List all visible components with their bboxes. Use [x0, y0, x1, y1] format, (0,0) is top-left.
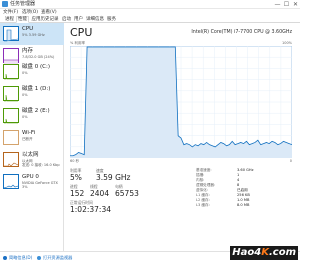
spec-label: 插槽: — [196, 173, 205, 177]
graph-time-span: 60 秒 — [70, 159, 80, 163]
tab-startup[interactable]: 启动 — [61, 16, 72, 23]
sidebar-item-cpu[interactable]: CPU 5% 3.59 GHz — [0, 23, 64, 45]
sidebar-item-disk-1[interactable]: 磁盘 1 (D:) 0% — [0, 83, 64, 105]
spec-value: 3.60 GHz — [237, 168, 254, 172]
task-manager-icon — [2, 1, 8, 7]
spec-label: 虚拟化: — [196, 188, 208, 192]
menu-options[interactable]: 选项(O) — [22, 9, 38, 16]
cpu-utilization-graph — [70, 46, 292, 158]
tab-bar: 进程 性能 应用历史记录 启动 用户 详细信息 服务 — [0, 16, 300, 23]
open-resource-monitor-link[interactable]: 打开资源监视器 — [43, 255, 72, 261]
window-title: 任务管理器 — [10, 1, 36, 7]
spec-label: 基准速度: — [196, 168, 212, 172]
tab-details[interactable]: 详细信息 — [85, 16, 105, 23]
sidebar-item-gpu[interactable]: GPU 0 NVIDIA GeForce GTX 3% — [0, 171, 64, 193]
spec-label: 逻辑处理器: — [196, 183, 216, 187]
ethernet-thumbnail-graph — [3, 152, 19, 167]
speed-value: 3.59 GHz — [96, 173, 131, 182]
cpu-thumbnail-graph — [3, 26, 19, 42]
sidebar-item-label: Wi-Fi — [22, 130, 36, 136]
watermark-logo: Hao4K.com — [230, 246, 298, 260]
sidebar-item-disk-2[interactable]: 磁盘 2 (E:) 0% — [0, 105, 64, 127]
watermark-tail: .com — [268, 247, 296, 258]
menu-file[interactable]: 文件(F) — [3, 9, 18, 16]
handles-value: 65753 — [115, 189, 139, 198]
spec-label: L3 缓存: — [196, 203, 210, 207]
tab-users[interactable]: 用户 — [73, 16, 84, 23]
sidebar-item-ethernet[interactable]: 以太网 以太网 发送: 0 接收: 16.0 Kbp — [0, 149, 64, 171]
sidebar-item-detail: 发送: 0 接收: 16.0 Kbp — [22, 163, 60, 167]
page-title: CPU — [70, 26, 93, 39]
sidebar-item-label: 磁盘 0 (C:) — [22, 64, 50, 70]
sidebar-item-label: 磁盘 2 (E:) — [22, 108, 50, 114]
gpu-thumbnail-graph — [3, 174, 19, 189]
sidebar-item-detail: 0% — [22, 93, 28, 97]
cpu-model-name: Intel(R) Core(TM) i7-7700 CPU @ 3.60GHz — [191, 30, 292, 35]
sidebar-item-label: 内存 — [22, 48, 34, 54]
utilization-value: 5% — [70, 173, 82, 182]
sidebar-item-label: 磁盘 1 (D:) — [22, 86, 51, 92]
wifi-thumbnail-graph — [3, 130, 19, 145]
spec-value: 256 KB — [237, 193, 250, 197]
resource-sidebar: CPU 5% 3.59 GHz 内存 7.8/32.0 GB (24%) 磁盘 … — [0, 23, 64, 251]
spec-value: 已启用 — [237, 188, 248, 192]
maximize-button[interactable]: ☐ — [282, 0, 291, 9]
chevron-up-icon — [3, 256, 7, 260]
sidebar-item-detail: 已断开 — [22, 137, 33, 141]
resource-monitor-icon — [37, 256, 41, 260]
menu-bar: 文件(F) 选项(O) 查看(V) — [0, 9, 300, 16]
sidebar-item-detail: 5% 3.59 GHz — [22, 33, 45, 37]
sidebar-item-label: GPU 0 — [22, 174, 39, 180]
sidebar-item-wifi[interactable]: Wi-Fi 已断开 — [0, 127, 64, 149]
sidebar-item-disk-0[interactable]: 磁盘 0 (C:) 0% — [0, 61, 64, 83]
sidebar-item-detail: 3% — [22, 185, 28, 189]
spec-value: 8.0 MB — [237, 203, 250, 207]
processes-value: 152 — [70, 189, 85, 198]
sidebar-item-label: 以太网 — [22, 152, 39, 158]
minimize-button[interactable]: — — [273, 0, 282, 9]
tab-processes[interactable]: 进程 — [3, 16, 16, 23]
watermark-k: K — [261, 247, 269, 258]
title-bar: 任务管理器 — ☐ ✕ — [0, 0, 300, 9]
close-button[interactable]: ✕ — [291, 0, 300, 9]
sidebar-item-detail: 0% — [22, 71, 28, 75]
spec-label: L2 缓存: — [196, 198, 210, 202]
spec-value: 4 — [237, 178, 240, 182]
menu-view[interactable]: 查看(V) — [41, 9, 57, 16]
threads-value: 2404 — [90, 189, 110, 198]
graph-min-label: 0 — [289, 159, 292, 163]
disk-thumbnail-graph — [3, 86, 19, 102]
sidebar-item-detail: 0% — [22, 115, 28, 119]
tab-performance[interactable]: 性能 — [16, 16, 29, 23]
fewer-details-link[interactable]: 简略信息(D) — [9, 255, 32, 261]
graph-label: % 利用率 — [70, 41, 85, 45]
watermark-text: Hao4 — [232, 247, 262, 258]
spec-value: 8 — [237, 183, 240, 187]
disk-thumbnail-graph — [3, 108, 19, 124]
spec-label: 内核: — [196, 178, 205, 182]
tab-services[interactable]: 服务 — [106, 16, 117, 23]
sidebar-item-detail: 7.8/32.0 GB (24%) — [22, 55, 55, 59]
disk-thumbnail-graph — [3, 64, 19, 80]
sidebar-item-label: CPU — [22, 26, 34, 32]
spec-label: L1 缓存: — [196, 193, 210, 197]
uptime-value: 1:02:37:34 — [70, 205, 111, 214]
graph-max-label: 100% — [281, 41, 292, 45]
spec-value: 1.0 MB — [237, 198, 250, 202]
tab-app-history[interactable]: 应用历史记录 — [30, 16, 60, 23]
spec-value: 1 — [237, 173, 240, 177]
